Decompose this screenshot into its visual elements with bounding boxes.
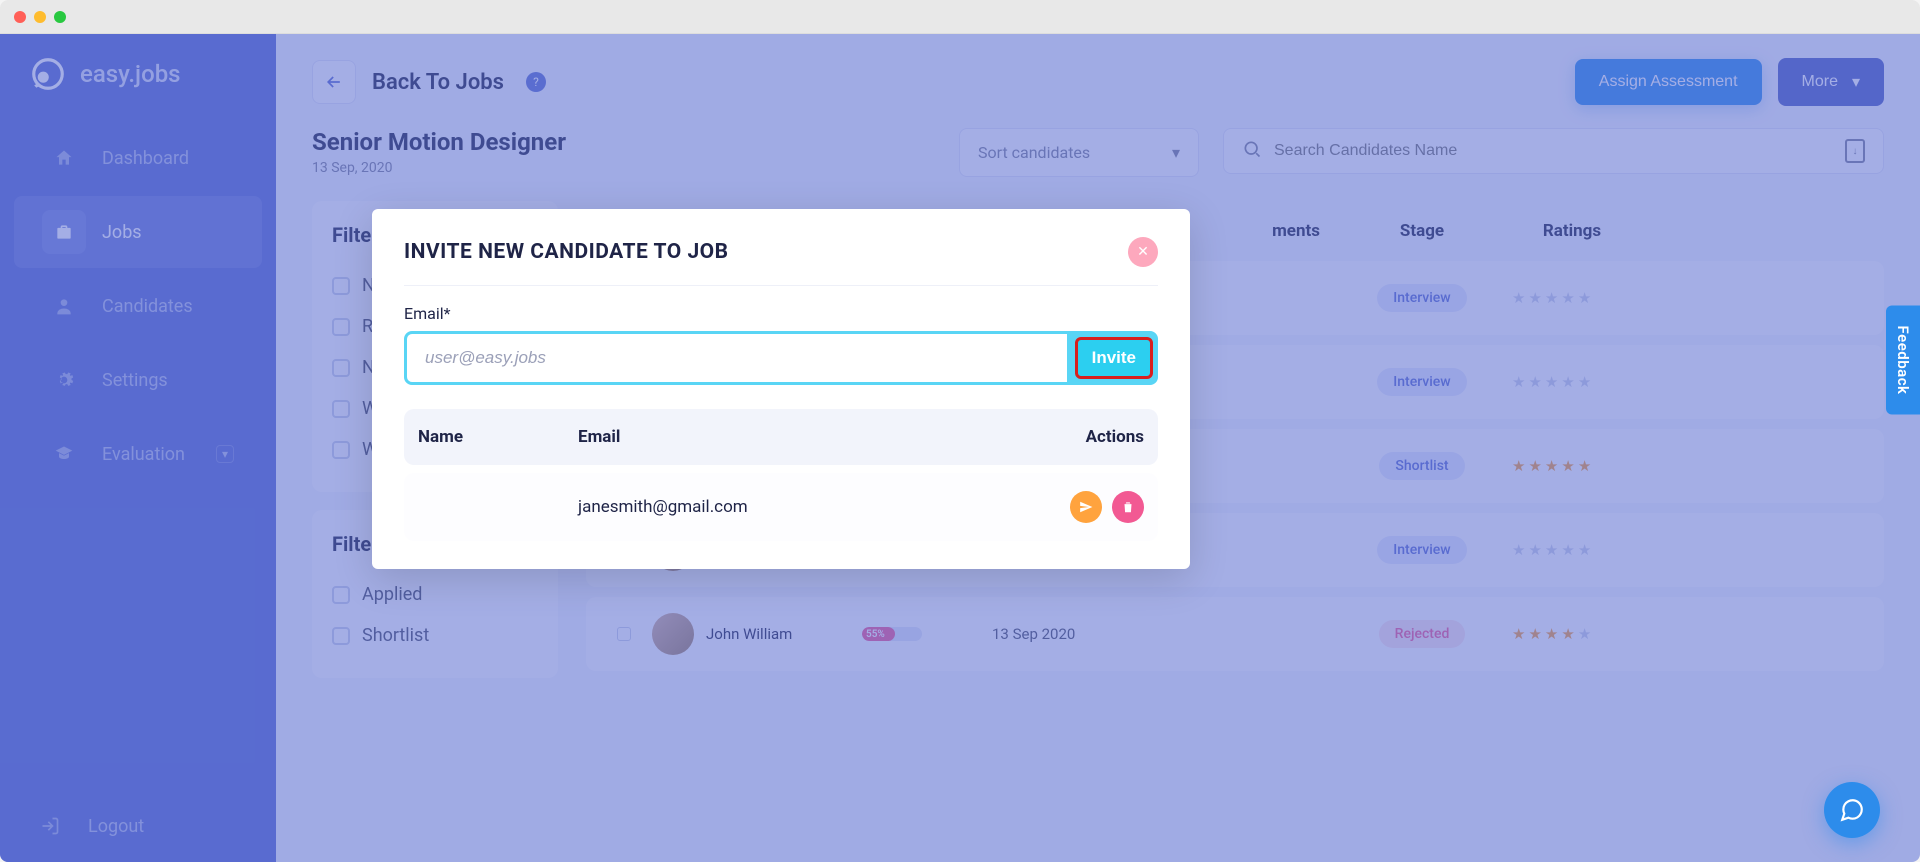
- col-email: Email: [578, 427, 1004, 447]
- delete-invite-button[interactable]: [1112, 491, 1144, 523]
- mac-zoom-dot[interactable]: [54, 11, 66, 23]
- feedback-tab[interactable]: Feedback: [1886, 306, 1920, 415]
- col-name: Name: [418, 427, 578, 447]
- col-actions: Actions: [1004, 427, 1144, 447]
- invited-header: Name Email Actions: [404, 409, 1158, 465]
- invited-actions: [1004, 491, 1144, 523]
- invited-row: janesmith@gmail.com: [404, 473, 1158, 541]
- app-window: easy.jobs Dashboard Jobs Candidates: [0, 0, 1920, 862]
- mac-minimize-dot[interactable]: [34, 11, 46, 23]
- trash-icon: [1121, 500, 1135, 514]
- invite-input-row: Invite: [404, 331, 1158, 385]
- send-icon: [1079, 500, 1093, 514]
- modal-title: INVITE NEW CANDIDATE TO JOB: [404, 240, 729, 264]
- invite-modal: INVITE NEW CANDIDATE TO JOB ✕ Email* Inv…: [372, 209, 1190, 569]
- invite-button-wrapper: Invite: [1070, 331, 1158, 385]
- invite-button[interactable]: Invite: [1075, 337, 1153, 379]
- modal-body: Email* Invite Name Email Actions janesmi…: [404, 286, 1158, 541]
- mac-close-dot[interactable]: [14, 11, 26, 23]
- modal-header: INVITE NEW CANDIDATE TO JOB ✕: [404, 237, 1158, 286]
- invited-email: janesmith@gmail.com: [578, 497, 1004, 517]
- email-label: Email*: [404, 304, 1158, 323]
- modal-close-button[interactable]: ✕: [1128, 237, 1158, 267]
- invited-table: Name Email Actions janesmith@gmail.com: [404, 409, 1158, 541]
- send-invite-button[interactable]: [1070, 491, 1102, 523]
- email-field[interactable]: [404, 331, 1070, 385]
- mac-titlebar: [0, 0, 1920, 34]
- chat-icon: [1839, 797, 1865, 823]
- chat-fab[interactable]: [1824, 782, 1880, 838]
- close-icon: ✕: [1137, 244, 1149, 260]
